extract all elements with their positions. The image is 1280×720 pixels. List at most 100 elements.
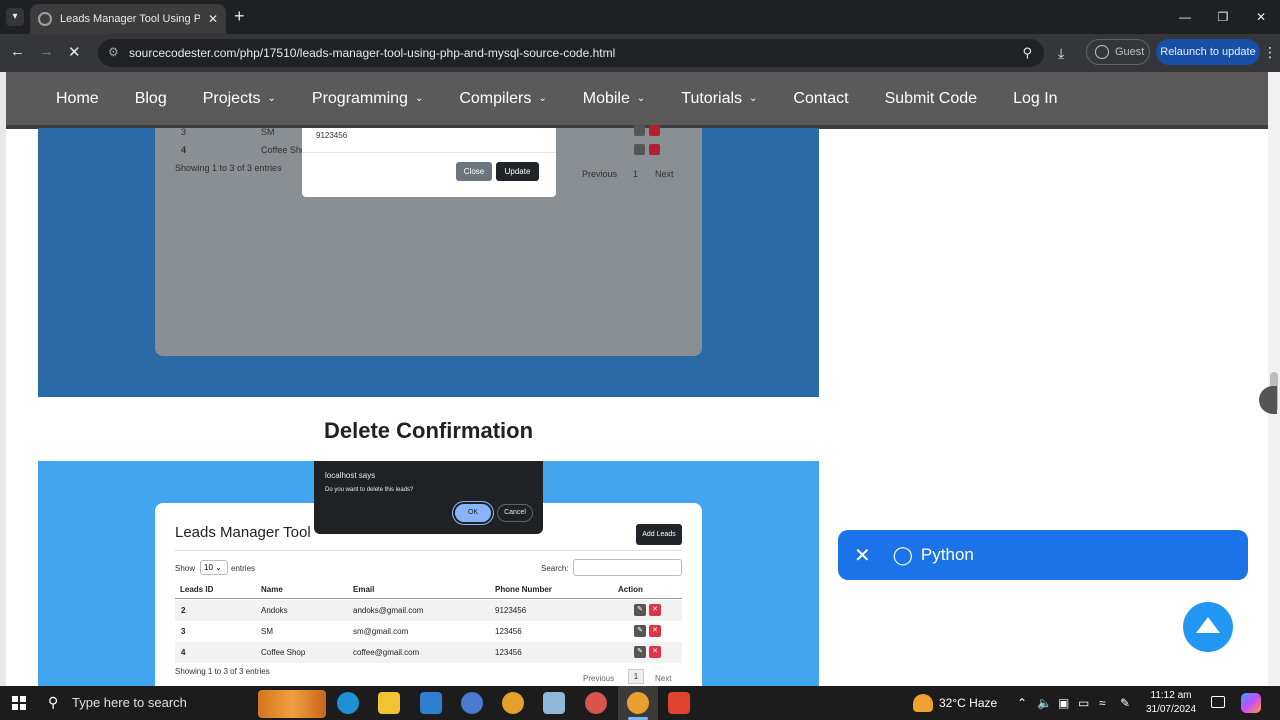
chevron-down-icon: ⌄ — [636, 93, 646, 104]
side-tab[interactable] — [1259, 386, 1277, 414]
tab-close-icon[interactable]: ✕ — [208, 12, 218, 26]
pen-icon[interactable]: ✎ — [1120, 696, 1130, 710]
browser-tab[interactable]: Leads Manager Tool Using PHP ✕ — [30, 4, 226, 34]
file-explorer-icon[interactable] — [378, 692, 400, 714]
tag-banner[interactable]: ✕ ◯ Python — [838, 530, 1248, 580]
browser-menu-icon[interactable]: ⋮ — [1263, 44, 1277, 61]
minimize-icon[interactable]: — — [1166, 0, 1204, 34]
row-name: SM — [261, 627, 273, 636]
relaunch-button[interactable]: Relaunch to update — [1156, 39, 1260, 65]
edit-icon: ✎ — [634, 604, 646, 616]
row-id: 3 — [181, 127, 187, 137]
new-tab-icon[interactable]: + — [234, 6, 245, 27]
nav-contact[interactable]: Contact — [793, 90, 848, 108]
row-name: Coffee Sho — [261, 145, 306, 155]
copilot-icon[interactable] — [1241, 693, 1261, 713]
table-row: 4 Coffee Shop coffee@gmail.com 123456 ✎ … — [175, 642, 682, 663]
delete-icon: ✕ — [649, 604, 661, 616]
delete-icon: ✕ — [649, 646, 661, 658]
forward-icon[interactable]: → — [39, 43, 54, 60]
nav-tutorials[interactable]: Tutorials ⌄ — [681, 90, 757, 108]
delete-icon — [649, 125, 660, 136]
nav-mobile[interactable]: Mobile ⌄ — [583, 90, 646, 108]
chevron-down-icon: ⌄ — [414, 93, 424, 104]
row-phone: 9123456 — [495, 606, 527, 615]
row-id: 4 — [181, 648, 186, 657]
vscode-icon[interactable] — [420, 692, 442, 714]
site-navigation: Home Blog Projects ⌄ Programming ⌄ Compile… — [6, 72, 1268, 125]
row-phone: 123456 — [495, 627, 522, 636]
nav-blog[interactable]: Blog — [135, 90, 167, 108]
entries-select: 10 ⌄ — [200, 560, 228, 575]
tag-label[interactable]: Python — [921, 545, 974, 565]
address-bar[interactable]: ⚙ sourcecodester.com/php/17510/leads-man… — [98, 39, 1044, 67]
app-icon[interactable] — [668, 692, 690, 714]
nav-programming[interactable]: Programming ⌄ — [312, 90, 423, 108]
pagination-previous: Previous — [583, 674, 615, 683]
download-icon[interactable]: ⤓ — [1058, 45, 1064, 62]
tag-icon: ◯ — [892, 544, 913, 565]
pagination-page: 1 — [628, 669, 644, 684]
chrome-icon[interactable] — [502, 692, 524, 714]
restore-icon[interactable]: ❐ — [1204, 0, 1242, 34]
phone-value: 9123456 — [316, 131, 348, 140]
chevron-down-icon: ⌄ — [267, 93, 276, 104]
nav-projects[interactable]: Projects ⌄ — [203, 90, 276, 108]
app-icon[interactable] — [543, 692, 565, 714]
nav-compilers[interactable]: Compilers ⌄ — [459, 90, 546, 108]
weather-text[interactable]: 32°C Haze — [939, 696, 997, 710]
stop-loading-icon[interactable]: ✕ — [68, 43, 81, 61]
chrome-icon[interactable] — [627, 692, 649, 714]
delete-icon — [649, 144, 660, 155]
url-text[interactable]: sourcecodester.com/php/17510/leads-manag… — [129, 46, 615, 60]
nav-log-in[interactable]: Log In — [1013, 90, 1057, 108]
tab-search-icon[interactable]: ▾ — [6, 8, 24, 26]
add-leads-button: Add Leads — [636, 524, 682, 545]
chevron-up-icon[interactable]: ⌃ — [1017, 696, 1027, 710]
app-icon[interactable] — [461, 692, 483, 714]
site-info-icon[interactable]: ⚙ — [108, 45, 122, 59]
column-header: Name — [261, 585, 283, 594]
taskbar-search[interactable]: Type here to search — [72, 695, 187, 710]
notification-icon[interactable] — [1211, 696, 1225, 708]
close-icon[interactable]: ✕ — [854, 543, 871, 568]
chrome-icon[interactable] — [585, 692, 607, 714]
clock-time: 11:12 am — [1150, 690, 1192, 701]
windows-start-icon[interactable] — [12, 696, 26, 710]
scroll-to-top-button[interactable] — [1183, 602, 1233, 652]
weather-icon[interactable] — [913, 694, 933, 712]
table-row: 2 Andoks andoks@gmail.com 9123456 ✎ ✕ — [175, 600, 682, 621]
confirm-dialog: localhost says Do you want to delete thi… — [314, 461, 543, 534]
window-close-icon[interactable]: ✕ — [1242, 0, 1280, 34]
volume-icon[interactable]: 🔈 — [1037, 696, 1052, 710]
entries-label: entries — [231, 564, 256, 573]
row-name: Coffee Shop — [261, 648, 306, 657]
table-info: Showing 1 to 3 of 3 entries — [175, 163, 282, 173]
page-scrollbar[interactable] — [1268, 72, 1280, 686]
update-button: Update — [496, 162, 539, 181]
search-icon[interactable]: ⚲ — [48, 694, 58, 711]
nav-home[interactable]: Home — [56, 90, 99, 108]
column-header: Leads ID — [180, 585, 214, 594]
row-email: sm@gmail.com — [353, 627, 409, 636]
show-label: Show — [175, 564, 196, 573]
card-title: Leads Manager Tool — [175, 524, 311, 541]
table-info: Showing 1 to 3 of 3 entries — [175, 667, 270, 676]
page-favicon-icon — [38, 12, 52, 26]
edge-icon[interactable] — [337, 692, 359, 714]
battery-icon[interactable]: ▭ — [1078, 696, 1089, 710]
zoom-icon[interactable]: ⚲ — [1022, 45, 1032, 61]
row-name: SM — [261, 127, 275, 137]
header-divider — [175, 598, 682, 599]
browser-tab-bar: ▾ Leads Manager Tool Using PHP ✕ + — ❐ ✕ — [0, 0, 1280, 34]
window-controls: — ❐ ✕ — [1166, 0, 1280, 34]
guest-profile-button[interactable]: Guest — [1086, 39, 1150, 65]
edit-icon — [634, 144, 645, 155]
row-id: 4 — [181, 145, 187, 155]
display-icon[interactable]: ▣ — [1058, 696, 1069, 710]
wifi-icon[interactable]: ≈ — [1099, 696, 1106, 710]
clock[interactable]: 11:12 am 31/07/2024 — [1142, 689, 1200, 717]
back-icon[interactable]: ← — [10, 43, 25, 60]
guest-label: Guest — [1115, 46, 1145, 58]
nav-submit-code[interactable]: Submit Code — [885, 90, 978, 108]
